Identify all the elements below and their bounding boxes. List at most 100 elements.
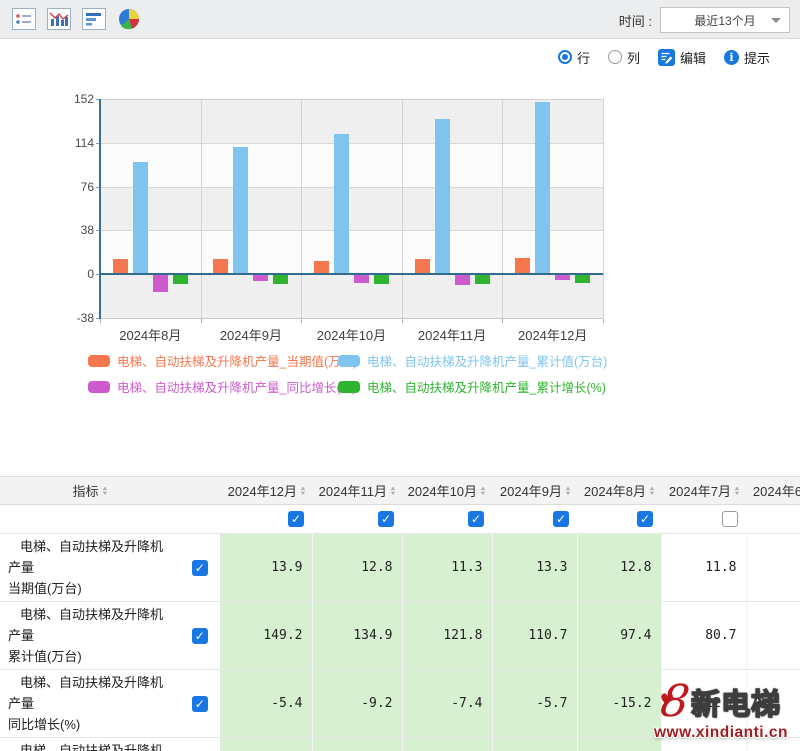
table-cell: -8.1 <box>402 738 492 751</box>
checkbox-checked[interactable]: ✓ <box>378 511 394 527</box>
chart-bar[interactable] <box>133 162 148 274</box>
legend-item[interactable]: 电梯、自动扶梯及升降机产量_累计增长(%) <box>338 377 606 396</box>
x-axis-label: 2024年8月 <box>100 325 201 344</box>
chart-bar[interactable] <box>354 274 369 283</box>
checkbox-checked[interactable]: ✓ <box>192 696 208 712</box>
checkbox-checked[interactable]: ✓ <box>553 511 569 527</box>
zero-line <box>100 273 603 275</box>
y-axis-tick-label: 38 <box>60 223 94 237</box>
table-cell: 134.9 <box>312 602 402 670</box>
table-row: 电梯、自动扶梯及升降机产量累计值(万台)✓149.2134.9121.8110.… <box>0 602 800 670</box>
table-cell: -7.4 <box>402 670 492 738</box>
table-cell: -9.2 <box>312 670 402 738</box>
plot-band <box>101 187 603 231</box>
column-checkbox-cell: ✓ <box>220 505 312 534</box>
column-header[interactable]: 2024年10月▲▼ <box>402 477 492 505</box>
row-label: 电梯、自动扶梯及升降机产量累计增长(%) <box>0 738 180 751</box>
table-cell: 11.8 <box>661 534 746 602</box>
chart-bar[interactable] <box>535 102 550 274</box>
row-checkbox-column-header <box>180 477 220 505</box>
legend-item[interactable]: 电梯、自动扶梯及升降机产量_同比增长(%) <box>88 377 356 396</box>
chart-bar[interactable] <box>113 259 128 274</box>
chart-bar[interactable] <box>515 258 530 274</box>
checkbox-checked[interactable]: ✓ <box>468 511 484 527</box>
data-table: 指标▲▼ 2024年12月▲▼2024年11月▲▼2024年10月▲▼2024年9… <box>0 476 800 751</box>
chart-bar[interactable] <box>455 274 470 285</box>
row-label: 电梯、自动扶梯及升降机产量累计值(万台) <box>0 602 180 670</box>
table-cell: -15.2 <box>577 670 661 738</box>
sort-icon[interactable]: ▲▼ <box>102 487 108 497</box>
table-cell: -8.0 <box>220 738 312 751</box>
chart-bar[interactable] <box>575 274 590 283</box>
column-header[interactable]: 2024年6月▲▼ <box>746 477 800 505</box>
column-header-indicator[interactable]: 指标▲▼ <box>0 477 180 505</box>
sort-icon[interactable]: ▲▼ <box>300 487 306 497</box>
legend-item[interactable]: 电梯、自动扶梯及升降机产量_累计值(万台) <box>338 351 607 370</box>
table-cell <box>661 738 746 751</box>
chart-bar[interactable] <box>273 274 288 283</box>
plot-band <box>101 143 603 187</box>
column-checkbox-cell: ✓ <box>312 505 402 534</box>
table-cell: -5.4 <box>220 670 312 738</box>
legend-item[interactable]: 电梯、自动扶梯及升降机产量_当期值(万台) <box>88 351 357 370</box>
table-cell: -12.6 <box>661 670 746 738</box>
table-cell: 80.7 <box>661 602 746 670</box>
chart-bar[interactable] <box>334 134 349 274</box>
y-axis-tick-label: 0 <box>60 267 94 281</box>
table-cell: 12.8 <box>312 534 402 602</box>
x-axis-label: 2024年10月 <box>301 325 402 344</box>
x-axis-tick <box>201 319 202 323</box>
column-header[interactable]: 2024年7月▲▼ <box>661 477 746 505</box>
checkbox-unchecked[interactable] <box>722 511 738 527</box>
column-checkbox-cell: ✓ <box>492 505 577 534</box>
legend-swatch-icon <box>88 381 110 393</box>
table-cell: -8.2 <box>312 738 402 751</box>
chart-bar[interactable] <box>153 274 168 292</box>
x-axis-label: 2024年11月 <box>402 325 503 344</box>
chart-bar[interactable] <box>475 274 490 283</box>
checkbox-checked[interactable]: ✓ <box>637 511 653 527</box>
table-cell <box>746 602 800 670</box>
sort-icon[interactable]: ▲▼ <box>649 487 655 497</box>
sort-icon[interactable]: ▲▼ <box>734 487 740 497</box>
sort-icon[interactable]: ▲▼ <box>390 487 396 497</box>
chart-bar[interactable] <box>173 274 188 284</box>
sort-icon[interactable]: ▲▼ <box>480 487 486 497</box>
table-cell: 12.8 <box>577 534 661 602</box>
column-header[interactable]: 2024年9月▲▼ <box>492 477 577 505</box>
legend-label: 电梯、自动扶梯及升降机产量_累计增长(%) <box>367 377 606 396</box>
bar-chart: 15211476380-382024年8月2024年9月2024年10月2024… <box>0 0 800 420</box>
x-axis-tick <box>502 319 503 323</box>
legend-label: 电梯、自动扶梯及升降机产量_同比增长(%) <box>117 377 356 396</box>
chart-bar[interactable] <box>435 119 450 274</box>
table-cell: -5.7 <box>492 670 577 738</box>
table-header-row: 指标▲▼ 2024年12月▲▼2024年11月▲▼2024年10月▲▼2024年9… <box>0 477 800 505</box>
x-axis-tick <box>301 319 302 323</box>
row-checkbox-cell: ✓ <box>180 602 220 670</box>
chart-bar[interactable] <box>415 259 430 274</box>
legend-swatch-icon <box>88 355 110 367</box>
checkbox-checked[interactable]: ✓ <box>288 511 304 527</box>
table-cell <box>746 738 800 751</box>
x-axis-label: 2024年12月 <box>502 325 603 344</box>
chart-bar[interactable] <box>233 147 248 275</box>
plot-border-bottom <box>100 318 603 319</box>
checkbox-checked[interactable]: ✓ <box>192 560 208 576</box>
chart-bar[interactable] <box>213 259 228 274</box>
column-header[interactable]: 2024年8月▲▼ <box>577 477 661 505</box>
column-header[interactable]: 2024年11月▲▼ <box>312 477 402 505</box>
sort-icon[interactable]: ▲▼ <box>565 487 571 497</box>
table-cell: 13.9 <box>220 534 312 602</box>
table-row: 电梯、自动扶梯及升降机产量同比增长(%)✓-5.4-9.2-7.4-5.7-15… <box>0 670 800 738</box>
column-header[interactable]: 2024年12月▲▼ <box>220 477 312 505</box>
y-axis-line <box>99 99 101 319</box>
chart-bar[interactable] <box>374 274 389 283</box>
row-checkbox-cell: ✓ <box>180 534 220 602</box>
table-row: 电梯、自动扶梯及升降机产量当期值(万台)✓13.912.811.313.312.… <box>0 534 800 602</box>
plot-border-right <box>603 99 604 318</box>
table-row: 电梯、自动扶梯及升降机产量累计增长(%)✓-8.0-8.2-8.1-8.1-8.… <box>0 738 800 751</box>
y-axis-tick-label: 114 <box>60 136 94 150</box>
plot-band <box>101 99 603 143</box>
legend-swatch-icon <box>338 355 360 367</box>
checkbox-checked[interactable]: ✓ <box>192 628 208 644</box>
